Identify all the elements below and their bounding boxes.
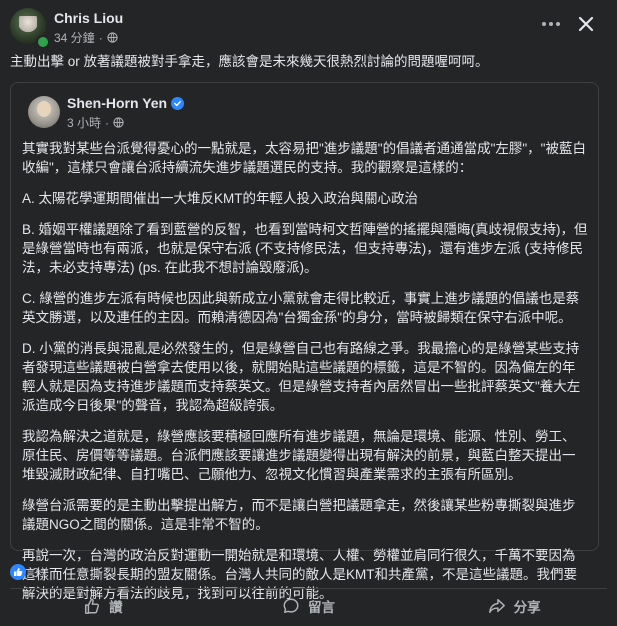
comment-label: 留言	[308, 600, 335, 615]
shared-paragraph: 其實我對某些台派覺得憂心的一點就是，太容易把"進步議題"的倡議者通通當成"左膠"…	[22, 141, 586, 175]
shared-author-avatar[interactable]	[28, 96, 60, 128]
share-label: 分享	[513, 600, 541, 615]
shared-time[interactable]: 3 小時	[67, 114, 101, 131]
share-icon	[488, 598, 505, 614]
shared-post-body: 其實我對某些台派覺得憂心的一點就是，太容易把"進步議題"的倡議者通通當成"左膠"…	[22, 139, 588, 615]
close-icon[interactable]	[573, 10, 599, 38]
more-options-button[interactable]	[536, 12, 566, 36]
post-header: Chris Liou 34 分鐘 ·	[0, 0, 617, 50]
verified-badge-icon	[171, 96, 185, 110]
shared-paragraph: A. 太陽花學運期間催出一大堆反KMT的年輕人投入政治與關心政治	[22, 191, 419, 206]
shared-author-name[interactable]: Shen-Horn Yen	[67, 95, 167, 111]
comment-button[interactable]: 留言	[206, 590, 412, 622]
globe-icon[interactable]	[113, 117, 124, 128]
comment-icon	[283, 598, 299, 614]
reaction-count[interactable]: 3	[32, 565, 39, 580]
post-time[interactable]: 34 分鐘	[54, 29, 95, 46]
author-name[interactable]: Chris Liou	[54, 10, 123, 26]
globe-icon[interactable]	[107, 32, 118, 43]
shared-post-card[interactable]: Shen-Horn Yen 3 小時 · 其實我對某些台派覺得憂心的一點就是，太…	[10, 82, 599, 601]
thumbs-up-icon	[85, 598, 100, 614]
post-meta: 34 分鐘 ·	[54, 29, 118, 46]
shared-paragraph: 我認為解決之道就是，綠營應該要積極回應所有進步議題，無論是環境、能源、性別、勞工…	[22, 429, 576, 482]
like-button[interactable]: 讚	[0, 590, 206, 622]
more-horizontal-icon	[542, 22, 546, 26]
divider	[10, 588, 607, 589]
online-status-icon	[36, 35, 50, 49]
shared-paragraph: C. 綠營的進步左派有時候也因此與新成立小黨就會走得比較近，事實上進步議題的倡議…	[22, 291, 580, 325]
reactions-summary[interactable]: 3	[10, 563, 39, 581]
share-button[interactable]: 分享	[411, 590, 617, 622]
action-bar: 讚 留言 分享	[0, 590, 617, 622]
shared-meta: 3 小時 ·	[67, 114, 124, 131]
shared-paragraph: 綠營台派需要的是主動出擊提出解方，而不是讓白營把議題拿走，然後讓某些粉專撕裂與進…	[22, 498, 576, 532]
shared-paragraph: D. 小黨的消長與混亂是必然發生的，但是綠營自己也有路線之爭。我最擔心的是綠營某…	[22, 341, 581, 413]
meta-separator: ·	[98, 30, 103, 45]
post-text: 主動出擊 or 放著議題被對手拿走，應該會是未來幾天很熱烈討論的問題喔呵呵。	[10, 54, 489, 69]
like-icon	[10, 564, 26, 580]
shared-author: Shen-Horn Yen	[67, 95, 185, 111]
like-label: 讚	[109, 600, 123, 615]
shared-meta-separator: ·	[105, 115, 110, 130]
shared-paragraph: B. 婚姻平權議題除了看到藍營的反智，也看到當時柯文哲陣營的搖擺與隱晦(真歧視假…	[22, 222, 588, 275]
